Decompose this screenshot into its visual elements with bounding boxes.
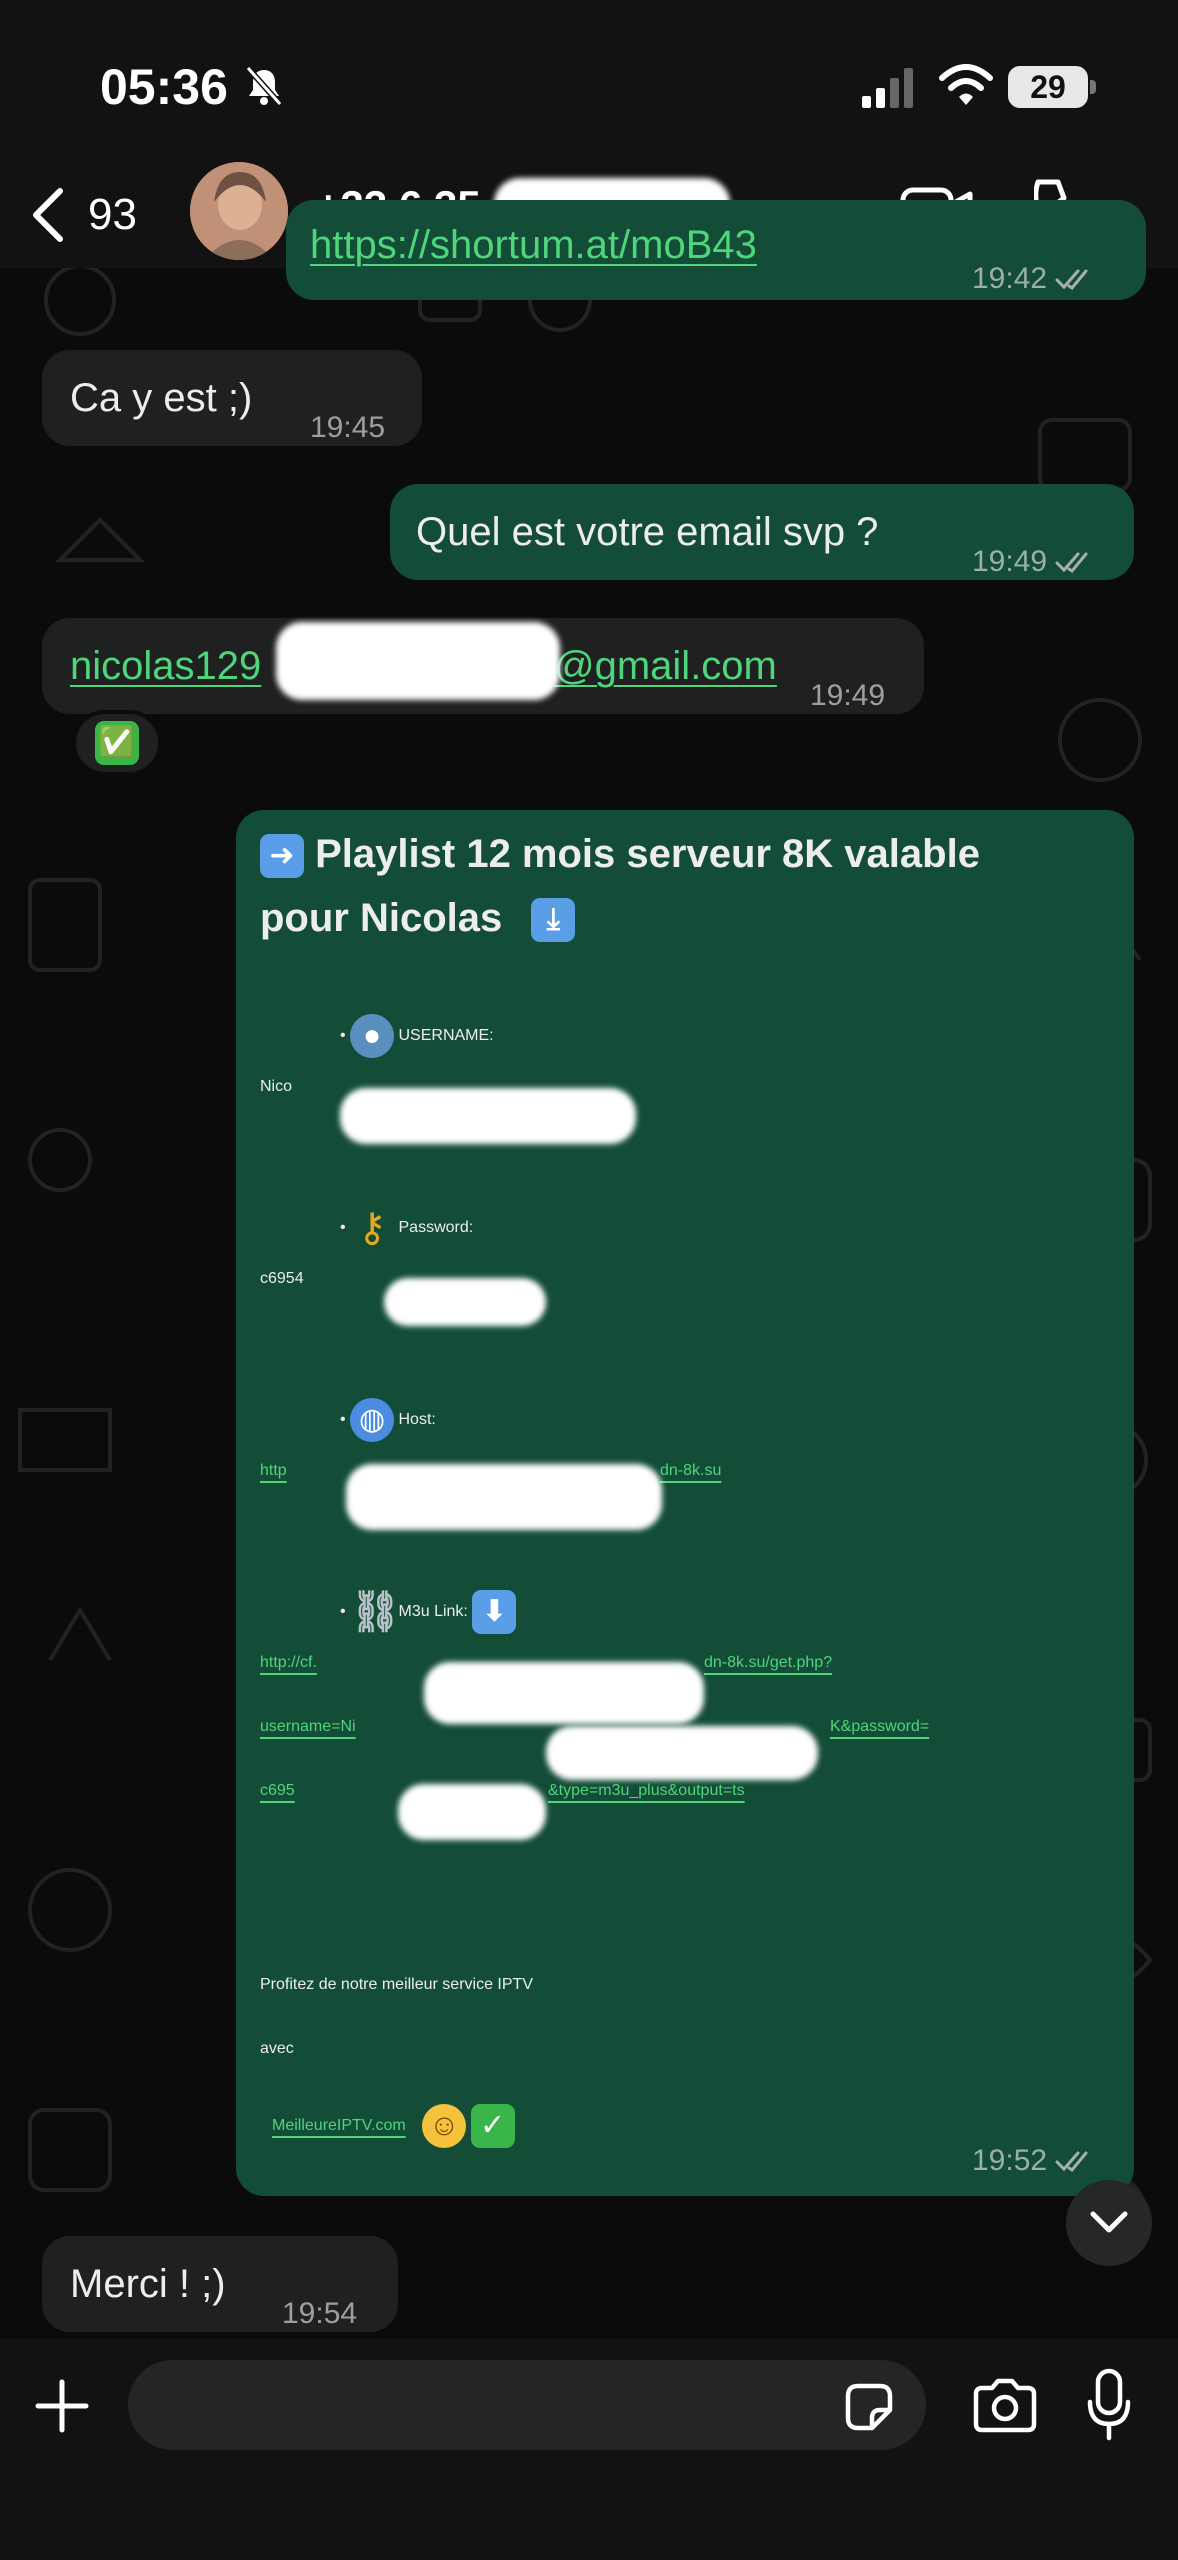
- message-text: Quel est votre email svp ?: [416, 510, 879, 554]
- username-label-row: • ● USERNAME:: [340, 1014, 494, 1058]
- email-link-end[interactable]: @gmail.com: [554, 634, 777, 698]
- redaction-mark: [384, 1278, 546, 1326]
- message-time: 19:49: [810, 679, 886, 712]
- plus-icon[interactable]: [34, 2378, 90, 2434]
- message-time: 19:42: [972, 262, 1048, 295]
- battery-icon: 29: [1008, 66, 1096, 108]
- message-composer: [0, 2338, 1178, 2560]
- email-link-start[interactable]: nicolas129: [70, 634, 261, 698]
- cellular-signal-icon: [862, 68, 913, 108]
- microphone-icon[interactable]: [1086, 2368, 1132, 2444]
- m3u-link-line2-start[interactable]: username=Ni: [260, 1718, 356, 1736]
- m3u-link-line2-end[interactable]: K&password=: [830, 1718, 929, 1736]
- host-label: Host:: [398, 1411, 436, 1429]
- promo-link-row: MeilleureIPTV.com ☺ ✓: [272, 2104, 515, 2148]
- redaction-mark: [398, 1784, 546, 1840]
- message-reaction[interactable]: ✅: [72, 710, 162, 776]
- status-bar: 05:36 29: [0, 0, 1178, 160]
- arrow-down-icon: ⬇: [472, 1590, 517, 1634]
- message-time: 19:45: [310, 411, 386, 444]
- message-meta: 19:42: [972, 262, 1097, 296]
- avatar[interactable]: [190, 162, 288, 260]
- sticker-icon[interactable]: [842, 2380, 896, 2434]
- battery-tip: [1090, 80, 1096, 94]
- username-label: USERNAME:: [398, 1027, 494, 1045]
- promo-text-line1: Profitez de notre meilleur service IPTV: [260, 1976, 533, 1993]
- password-value: c6954: [260, 1270, 304, 1287]
- chevron-down-icon: [1090, 2211, 1128, 2233]
- link-chain-icon: ⛓: [350, 1590, 401, 1634]
- playlist-title-line2: pour Nicolas: [260, 896, 503, 940]
- back-button[interactable]: 93: [30, 180, 137, 250]
- chevron-left-icon: [33, 188, 63, 242]
- double-check-icon: [1055, 552, 1088, 573]
- scroll-to-bottom-button[interactable]: [1066, 2180, 1152, 2266]
- m3u-link-line3-start[interactable]: c695: [260, 1782, 295, 1800]
- playlist-title: ➜ Playlist 12 mois serveur 8K valable: [260, 822, 980, 886]
- message-bubble-outgoing[interactable]: Quel est votre email svp ? 19:49: [390, 484, 1134, 580]
- bell-off-icon: [245, 66, 283, 106]
- password-label-row: • ⚷ Password:: [340, 1206, 474, 1250]
- check-mark-icon: ✓: [470, 2104, 515, 2148]
- double-check-icon: [1055, 2151, 1088, 2172]
- message-link[interactable]: https://shortum.at/moB43: [310, 220, 757, 270]
- message-input[interactable]: [128, 2360, 926, 2450]
- redaction-mark: [346, 1464, 662, 1530]
- globe-icon: ◍: [350, 1398, 395, 1442]
- message-time: 19:54: [282, 2297, 358, 2330]
- playlist-title-line1: Playlist 12 mois serveur 8K valable: [315, 832, 980, 876]
- password-label: Password:: [398, 1219, 474, 1237]
- host-link-end[interactable]: dn-8k.su: [660, 1462, 721, 1480]
- redaction-mark: [276, 622, 560, 700]
- message-time: 19:52: [972, 2144, 1048, 2177]
- message-meta: 19:52: [972, 2144, 1097, 2178]
- playlist-title-2: pour Nicolas ⤓: [260, 886, 576, 950]
- redaction-mark: [546, 1726, 818, 1780]
- promo-text-line2: avec: [260, 2040, 294, 2057]
- user-icon: ●: [350, 1014, 395, 1058]
- unread-count: 93: [88, 190, 137, 239]
- camera-icon[interactable]: [972, 2378, 1038, 2434]
- promo-link[interactable]: MeilleureIPTV.com: [272, 2117, 406, 2134]
- redaction-mark: [340, 1088, 636, 1144]
- chat-screen: 05:36 29 93 https://shortum.at/moB43 19:…: [0, 0, 1178, 2560]
- message-meta: 19:49: [972, 530, 1097, 594]
- smiling-face-with-halo-icon: ☺: [422, 2104, 467, 2148]
- double-check-icon: [1055, 269, 1088, 290]
- message-time: 19:49: [972, 545, 1048, 578]
- battery-level: 29: [1030, 69, 1066, 105]
- m3u-label: M3u Link:: [398, 1603, 468, 1621]
- check-mark-icon: ✅: [95, 721, 139, 765]
- avatar-image: [190, 162, 288, 260]
- message-text: Merci ! ;): [70, 2262, 226, 2306]
- status-time: 05:36: [100, 59, 228, 115]
- wifi-icon: [939, 64, 993, 105]
- message-bubble-incoming[interactable]: Ca y est ;) 19:45: [42, 350, 422, 446]
- redaction-mark: [424, 1662, 704, 1724]
- m3u-label-row: • ⛓ M3u Link: ⬇: [340, 1590, 517, 1634]
- m3u-link-line1-end[interactable]: dn-8k.su/get.php?: [704, 1654, 832, 1672]
- arrow-right-icon: ➜: [260, 834, 304, 879]
- m3u-link-line3-end[interactable]: &type=m3u_plus&output=ts: [548, 1782, 745, 1800]
- arrow-down-to-bar-icon: ⤓: [531, 898, 576, 943]
- key-icon: ⚷: [357, 1206, 387, 1250]
- m3u-link-line1-start[interactable]: http://cf.: [260, 1654, 317, 1672]
- message-bubble-incoming[interactable]: Merci ! ;) 19:54: [42, 2236, 398, 2332]
- message-text: Ca y est ;): [70, 376, 253, 420]
- host-label-row: • ◍ Host:: [340, 1398, 436, 1442]
- username-value: Nico: [260, 1078, 293, 1095]
- host-link-start[interactable]: http: [260, 1462, 287, 1480]
